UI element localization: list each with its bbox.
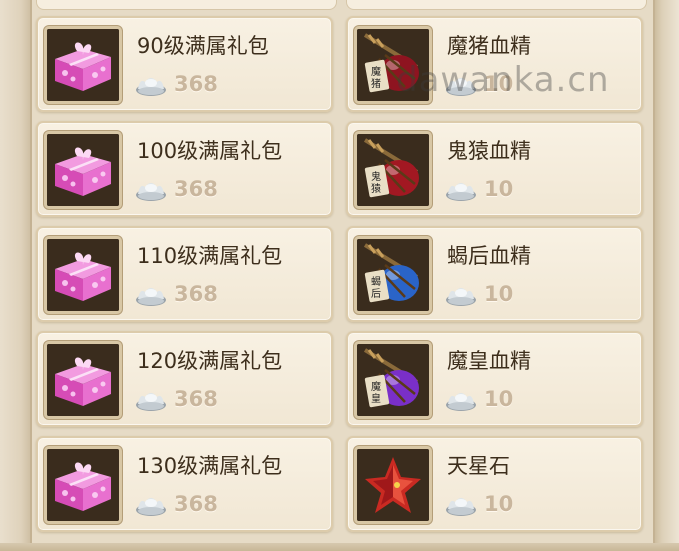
previous-item-card-edge [346, 0, 647, 10]
item-name: 蝎后血精 [447, 244, 531, 268]
item-price: 368 [174, 282, 218, 306]
pink-gift-box-icon[interactable] [44, 446, 122, 524]
previous-item-card-edge [36, 0, 337, 10]
shop-item-card[interactable]: 100级满属礼包 368 [36, 121, 333, 217]
item-price: 10 [484, 492, 514, 516]
shop-item-card[interactable]: 鬼 猿 鬼猿血精 10 [346, 121, 643, 217]
svg-text:皇: 皇 [371, 392, 381, 405]
shop-item-card[interactable]: 90级满属礼包 368 [36, 16, 333, 112]
bottom-frame-border [0, 543, 679, 551]
pink-gift-box-icon[interactable] [44, 131, 122, 209]
item-price: 10 [484, 282, 514, 306]
item-price: 368 [174, 492, 218, 516]
svg-text:魔: 魔 [371, 65, 381, 78]
silver-ingot-icon [134, 387, 168, 413]
silver-ingot-icon [444, 492, 478, 518]
item-name: 魔皇血精 [447, 349, 531, 373]
pink-gift-box-icon[interactable] [44, 341, 122, 419]
item-price: 10 [484, 177, 514, 201]
item-name: 110级满属礼包 [137, 244, 283, 268]
item-name: 90级满属礼包 [137, 34, 269, 58]
silver-ingot-icon [444, 72, 478, 98]
shop-item-card[interactable]: 110级满属礼包 368 [36, 226, 333, 322]
silver-ingot-icon [444, 282, 478, 308]
shop-item-card[interactable]: 魔 猪 魔猪血精 10 [346, 16, 643, 112]
pink-gift-box-icon[interactable] [44, 26, 122, 104]
item-name: 120级满属礼包 [137, 349, 283, 373]
shop-item-card[interactable]: 魔 皇 魔皇血精 10 [346, 331, 643, 427]
item-name: 魔猪血精 [447, 34, 531, 58]
silver-ingot-icon [444, 177, 478, 203]
shop-item-card[interactable]: 蝎 后 蝎后血精 10 [346, 226, 643, 322]
blood-essence-gourd-icon[interactable]: 鬼 猿 [354, 131, 432, 209]
svg-text:猿: 猿 [371, 182, 381, 195]
silver-ingot-icon [134, 282, 168, 308]
svg-text:猪: 猪 [371, 78, 381, 90]
svg-text:蝎: 蝎 [371, 276, 381, 288]
left-frame-border [0, 0, 32, 551]
silver-ingot-icon [444, 387, 478, 413]
pink-gift-box-icon[interactable] [44, 236, 122, 314]
svg-text:鬼: 鬼 [371, 170, 381, 183]
blood-essence-gourd-icon[interactable]: 魔 猪 [354, 26, 432, 104]
silver-ingot-icon [134, 72, 168, 98]
shop-item-card[interactable]: 120级满属礼包 368 [36, 331, 333, 427]
item-price: 368 [174, 72, 218, 96]
silver-ingot-icon [134, 492, 168, 518]
item-price: 368 [174, 177, 218, 201]
item-price: 10 [484, 72, 514, 96]
silver-ingot-icon [134, 177, 168, 203]
blood-essence-gourd-icon[interactable]: 蝎 后 [354, 236, 432, 314]
item-price: 10 [484, 387, 514, 411]
shop-item-card[interactable]: 天星石 10 [346, 436, 643, 532]
item-price: 368 [174, 387, 218, 411]
shop-item-card[interactable]: 130级满属礼包 368 [36, 436, 333, 532]
blood-essence-gourd-icon[interactable]: 魔 皇 [354, 341, 432, 419]
svg-text:魔: 魔 [371, 380, 381, 393]
item-name: 鬼猿血精 [447, 139, 531, 163]
item-name: 130级满属礼包 [137, 454, 283, 478]
item-name: 100级满属礼包 [137, 139, 283, 163]
svg-text:后: 后 [371, 288, 381, 300]
red-star-stone-icon[interactable] [354, 446, 432, 524]
right-frame-border [653, 0, 679, 551]
item-name: 天星石 [447, 454, 510, 478]
